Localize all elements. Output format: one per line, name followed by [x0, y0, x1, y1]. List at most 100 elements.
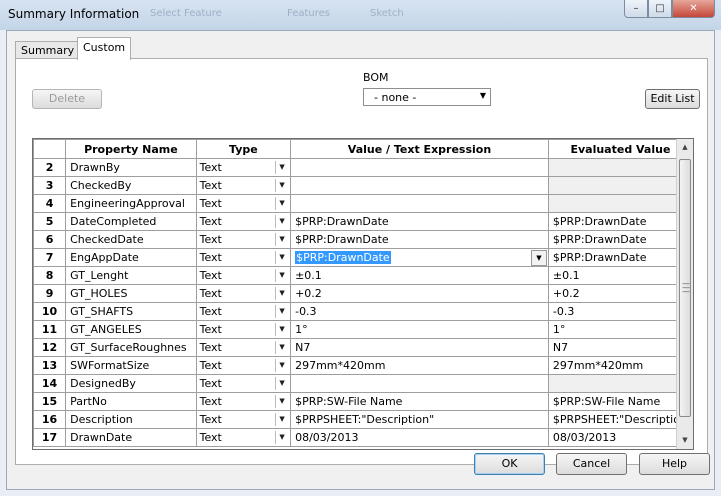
value-cell[interactable]: N7 — [290, 338, 549, 357]
table-row[interactable]: 6 CheckedDate Text ▼ $PRP:DrawnDate $PRP:Draw… — [33, 230, 693, 249]
type-cell[interactable]: Text ▼ — [195, 176, 292, 195]
value-cell[interactable]: ±0.1 — [290, 266, 549, 285]
table-row[interactable]: 7 EngAppDate Text ▼ $PRP:DrawnDate ▼ $PRP:Draw… — [33, 248, 693, 267]
table-row[interactable]: 15 PartNo Text ▼ $PRP:SW-File Name $PRP:SW-Fi… — [33, 392, 693, 411]
value-cell[interactable]: 08/03/2013 — [290, 428, 549, 447]
tab-custom[interactable]: Custom — [77, 37, 132, 60]
type-cell[interactable]: Text ▼ — [195, 428, 292, 447]
chevron-down-icon[interactable]: ▼ — [275, 323, 288, 336]
property-name-cell[interactable]: Description — [65, 410, 197, 429]
type-cell[interactable]: Text ▼ — [195, 356, 292, 375]
type-cell[interactable]: Text ▼ — [195, 158, 292, 177]
table-row[interactable]: 3 CheckedBy Text ▼ — [33, 176, 693, 195]
chevron-down-icon[interactable]: ▼ — [275, 377, 288, 390]
scroll-up-icon[interactable]: ▲ — [678, 139, 692, 155]
table-row[interactable]: 8 GT_Lenght Text ▼ ±0.1 ±0.1 — [33, 266, 693, 285]
chevron-down-icon[interactable]: ▼ — [275, 161, 288, 174]
table-row[interactable]: 16 Description Text ▼ $PRPSHEET:"Description… — [33, 410, 693, 429]
type-cell[interactable]: Text ▼ — [195, 194, 292, 213]
type-cell[interactable]: Text ▼ — [195, 302, 292, 321]
delete-button[interactable]: Delete — [32, 89, 102, 109]
row-number[interactable]: 4 — [33, 194, 67, 213]
property-name-cell[interactable]: DrawnBy — [65, 158, 197, 177]
table-row[interactable]: 17 DrawnDate Text ▼ 08/03/2013 08/03/2013 — [33, 428, 693, 447]
edit-list-button[interactable]: Edit List — [645, 89, 700, 109]
table-row[interactable]: 5 DateCompleted Text ▼ $PRP:DrawnDate $PRP:Dr… — [33, 212, 693, 231]
value-cell[interactable]: 297mm*420mm — [290, 356, 549, 375]
table-row[interactable]: 9 GT_HOLES Text ▼ +0.2 +0.2 — [33, 284, 693, 303]
type-cell[interactable]: Text ▼ — [195, 248, 292, 267]
property-name-cell[interactable]: PartNo — [65, 392, 197, 411]
ok-button[interactable]: OK — [474, 453, 545, 475]
value-cell[interactable]: +0.2 — [290, 284, 549, 303]
chevron-down-icon[interactable]: ▼ — [275, 233, 288, 246]
property-name-cell[interactable]: CheckedDate — [65, 230, 197, 249]
type-cell[interactable]: Text ▼ — [195, 266, 292, 285]
row-number[interactable]: 10 — [33, 302, 67, 321]
type-cell[interactable]: Text ▼ — [195, 410, 292, 429]
type-cell[interactable]: Text ▼ — [195, 212, 292, 231]
property-name-cell[interactable]: SWFormatSize — [65, 356, 197, 375]
type-cell[interactable]: Text ▼ — [195, 230, 292, 249]
chevron-down-icon[interactable]: ▼ — [275, 197, 288, 210]
column-header-property-name[interactable]: Property Name — [65, 139, 197, 159]
row-number[interactable]: 6 — [33, 230, 67, 249]
value-cell[interactable]: -0.3 — [290, 302, 549, 321]
table-row[interactable]: 13 SWFormatSize Text ▼ 297mm*420mm 297mm*420m… — [33, 356, 693, 375]
column-header-type[interactable]: Type — [195, 139, 292, 159]
value-cell[interactable]: $PRP:DrawnDate — [290, 230, 549, 249]
row-number[interactable]: 14 — [33, 374, 67, 393]
property-name-cell[interactable]: GT_HOLES — [65, 284, 197, 303]
value-cell[interactable]: $PRPSHEET:"Description" — [290, 410, 549, 429]
chevron-down-icon[interactable]: ▼ — [275, 179, 288, 192]
column-header-evaluated-value[interactable]: Evaluated Value — [547, 139, 693, 159]
help-button[interactable]: Help — [639, 453, 710, 475]
value-cell[interactable] — [290, 374, 549, 393]
property-name-cell[interactable]: EngineeringApproval — [65, 194, 197, 213]
row-number[interactable]: 12 — [33, 338, 67, 357]
chevron-down-icon[interactable]: ▼ — [275, 215, 288, 228]
type-cell[interactable]: Text ▼ — [195, 320, 292, 339]
value-cell[interactable] — [290, 194, 549, 213]
type-cell[interactable]: Text ▼ — [195, 374, 292, 393]
table-row[interactable]: 10 GT_SHAFTS Text ▼ -0.3 -0.3 — [33, 302, 693, 321]
row-number[interactable]: 15 — [33, 392, 67, 411]
row-number[interactable]: 17 — [33, 428, 67, 447]
chevron-down-icon[interactable]: ▼ — [275, 341, 288, 354]
property-name-cell[interactable]: DrawnDate — [65, 428, 197, 447]
minimize-button[interactable]: – — [624, 0, 648, 18]
chevron-down-icon[interactable]: ▼ — [275, 413, 288, 426]
table-row[interactable]: 2 DrawnBy Text ▼ — [33, 158, 693, 177]
row-number[interactable]: 5 — [33, 212, 67, 231]
column-header-value[interactable]: Value / Text Expression — [290, 139, 549, 159]
table-row[interactable]: 14 DesignedBy Text ▼ — [33, 374, 693, 393]
value-cell[interactable]: $PRP:DrawnDate ▼ — [290, 248, 549, 267]
row-number[interactable]: 3 — [33, 176, 67, 195]
row-number[interactable]: 16 — [33, 410, 67, 429]
row-number[interactable]: 13 — [33, 356, 67, 375]
property-name-cell[interactable]: EngAppDate — [65, 248, 197, 267]
property-name-cell[interactable]: DateCompleted — [65, 212, 197, 231]
property-name-cell[interactable]: CheckedBy — [65, 176, 197, 195]
property-name-cell[interactable]: GT_ANGELES — [65, 320, 197, 339]
value-cell[interactable] — [290, 158, 549, 177]
chevron-down-icon[interactable]: ▼ — [275, 287, 288, 300]
table-row[interactable]: 11 GT_ANGELES Text ▼ 1° 1° — [33, 320, 693, 339]
property-name-cell[interactable]: GT_SHAFTS — [65, 302, 197, 321]
row-number[interactable]: 11 — [33, 320, 67, 339]
row-number[interactable]: 8 — [33, 266, 67, 285]
chevron-down-icon[interactable]: ▼ — [275, 359, 288, 372]
table-row[interactable]: 4 EngineeringApproval Text ▼ — [33, 194, 693, 213]
scroll-down-icon[interactable]: ▼ — [678, 432, 692, 448]
value-cell[interactable] — [290, 176, 549, 195]
scrollbar-thumb[interactable]: — — — — [679, 159, 691, 417]
table-row[interactable]: 12 GT_SurfaceRoughnes Text ▼ N7 N7 — [33, 338, 693, 357]
chevron-down-icon[interactable]: ▼ — [530, 250, 547, 266]
cancel-button[interactable]: Cancel — [556, 453, 627, 475]
value-cell[interactable]: 1° — [290, 320, 549, 339]
chevron-down-icon[interactable]: ▼ — [275, 305, 288, 318]
bom-select[interactable]: - none - ▼ — [363, 88, 491, 106]
property-name-cell[interactable]: GT_SurfaceRoughnes — [65, 338, 197, 357]
chevron-down-icon[interactable]: ▼ — [275, 395, 288, 408]
value-cell[interactable]: $PRP:DrawnDate — [290, 212, 549, 231]
